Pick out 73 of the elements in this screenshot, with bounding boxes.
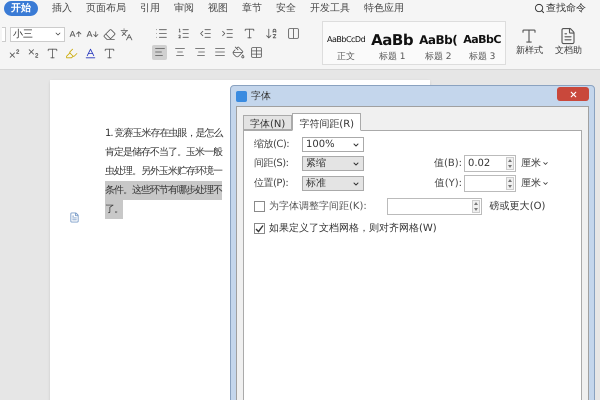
field-label: 间距(S): (254, 157, 290, 171)
align-button[interactable] (152, 44, 167, 60)
style-name[interactable]: 标题 2 (424, 50, 452, 64)
phonetic-icon[interactable] (120, 28, 133, 40)
indent-icon[interactable] (221, 26, 234, 40)
menu-tab[interactable]: 视图 (208, 1, 228, 16)
close-icon[interactable] (568, 90, 578, 98)
menu-tab[interactable]: 插入 (52, 1, 72, 16)
menu-tab[interactable]: 审阅 (174, 1, 194, 16)
subscript-icon[interactable] (27, 46, 40, 60)
menu-tab[interactable]: 开发工具 (310, 1, 350, 16)
caret-icon[interactable] (542, 180, 549, 187)
border-icon[interactable] (250, 46, 263, 58)
field-label: 值(Y): (434, 177, 462, 191)
position-dropdown[interactable]: 标准 (302, 176, 364, 191)
checkbox-label: 为字体调整字间距(K): (269, 200, 367, 214)
menu-tab[interactable]: 安全 (276, 1, 296, 16)
eraser-icon[interactable] (103, 28, 116, 40)
dialog-tab[interactable]: 字符间距(R) (292, 113, 362, 131)
snap-grid-checkbox[interactable] (254, 223, 265, 234)
style-name[interactable]: 标题 3 (468, 50, 496, 64)
caret-icon[interactable] (352, 160, 360, 168)
spacing-dropdown[interactable]: 紧缩 (302, 156, 364, 171)
position-value-field[interactable] (464, 175, 516, 192)
search-icon[interactable] (534, 3, 545, 14)
dialog-tab[interactable]: 字体(N) (243, 115, 292, 130)
menu-tab[interactable]: 开始 (4, 1, 38, 16)
field-label: 值(B): (432, 157, 462, 171)
unit-dropdown[interactable]: 厘米 (521, 176, 549, 191)
paragraph-icon[interactable] (69, 212, 80, 223)
menu-tab[interactable]: 特色应用 (364, 1, 404, 16)
caret-icon[interactable] (542, 160, 549, 167)
font-color-icon[interactable] (84, 46, 97, 60)
caret-icon[interactable] (352, 140, 360, 148)
dialog-title: 字体 (251, 90, 271, 104)
doc-helper-button[interactable]: 文档助 (554, 45, 582, 59)
style-name[interactable]: 正文 (337, 50, 356, 64)
scale-dropdown[interactable]: 100% (302, 137, 364, 152)
menu-tab[interactable]: 引用 (140, 1, 160, 16)
outdent-icon[interactable] (199, 26, 212, 40)
menu-tab[interactable]: 页面布局 (86, 1, 126, 16)
spin-arrows-icon[interactable] (472, 200, 480, 213)
sort-icon[interactable] (265, 26, 278, 40)
superscript-icon[interactable] (8, 46, 21, 60)
spacing-value-field[interactable]: 0.02 (464, 155, 516, 172)
document-text-line: 1. 竞赛玉米存在虫眼，是怎么 (105, 126, 223, 141)
spin-arrows-icon[interactable] (506, 177, 514, 190)
style-sample[interactable]: AaBbCcDd (327, 28, 366, 50)
style-name[interactable]: 标题 1 (378, 50, 406, 64)
menu-tab[interactable]: 章节 (242, 1, 262, 16)
spin-arrows-icon[interactable] (506, 157, 514, 170)
style-sample[interactable]: AaBb( (419, 28, 458, 50)
document-icon[interactable] (559, 27, 578, 46)
new-style-button[interactable]: 新样式 (516, 45, 543, 59)
shading-icon[interactable] (232, 46, 245, 58)
font-size-dropdown[interactable]: 小三 (10, 26, 65, 42)
search-field[interactable]: 查找命令 (546, 1, 596, 16)
kerning-checkbox[interactable] (254, 201, 265, 212)
document-text-line: 虫处理。另外玉米贮存环境一 (105, 164, 222, 179)
document-text-line: 肯定是储存不当了。玉米一般 (105, 146, 222, 160)
style-sample[interactable]: AaBb (371, 28, 414, 50)
unit-dropdown[interactable]: 厘米 (521, 156, 549, 171)
kerning-value-field[interactable] (386, 198, 482, 215)
field-label: 位置(P): (254, 176, 290, 191)
field-label: 缩放(C): (254, 138, 290, 152)
numbered-list-icon[interactable] (177, 26, 190, 40)
caret-icon[interactable] (54, 30, 62, 38)
caret-icon[interactable] (352, 180, 360, 188)
close-button[interactable] (557, 87, 589, 101)
columns-icon[interactable] (287, 26, 300, 40)
field-label: 磅或更大(O) (490, 200, 546, 214)
checkbox-label: 如果定义了文档网格，则对齐网格(W) (269, 222, 437, 236)
style-sample[interactable]: AaBbC (463, 28, 501, 50)
